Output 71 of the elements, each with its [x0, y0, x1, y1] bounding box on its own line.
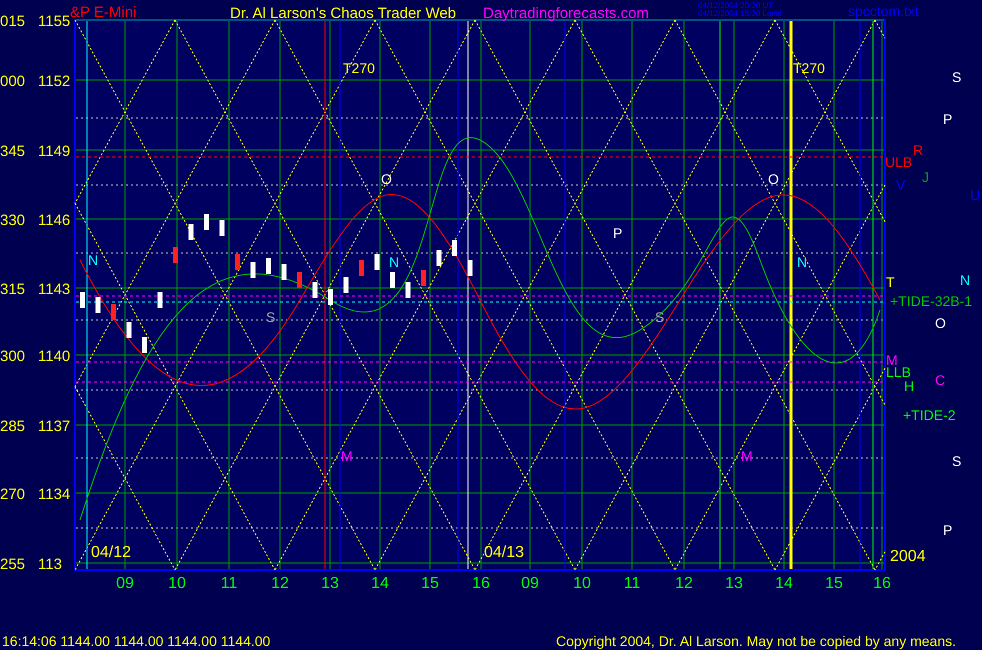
hour-label: 16 — [472, 575, 490, 592]
hour-label: 14 — [775, 575, 793, 592]
angle-label: 000 — [0, 73, 26, 90]
chart-annotation: O — [935, 315, 946, 331]
hour-label: 11 — [220, 575, 238, 592]
chart-annotation: T270 — [343, 60, 375, 76]
chart-annotation: N — [797, 254, 808, 270]
chart-annotation: O — [381, 171, 392, 187]
chart-annotation: R — [913, 142, 924, 158]
chart-annotation: O — [768, 171, 779, 187]
angle-label: 270 — [0, 486, 26, 503]
chart-annotation: S — [952, 453, 962, 469]
chart-annotation: T — [886, 274, 895, 290]
angle-label: 315 — [0, 281, 26, 298]
hour-label: 13 — [321, 575, 339, 592]
chart-annotation: S — [952, 69, 962, 85]
hour-label: 16 — [873, 575, 891, 592]
chart-title: Dr. Al Larson's Chaos Trader Web — [230, 5, 456, 22]
price-label: 1143 — [38, 281, 70, 298]
price-label: 113 — [38, 556, 62, 573]
quote-text: 16:14:06 1144.00 1144.00 1144.00 1144.00 — [2, 633, 270, 649]
chart-annotation: N — [389, 254, 400, 270]
file-name: spcctom.txt — [848, 3, 919, 19]
chart-annotation: J — [922, 169, 929, 185]
timestamp: 04/12/2004 20:30 UT — [698, 1, 774, 10]
chart-annotation: M — [741, 448, 753, 464]
hour-label: 11 — [624, 575, 640, 592]
angle-label: 255 — [0, 556, 26, 573]
chart-annotation: +TIDE-2 — [903, 407, 956, 423]
hour-label: 10 — [573, 575, 591, 592]
angle-label: 345 — [0, 143, 26, 160]
chart-annotation: C — [935, 372, 946, 388]
chart-annotation: P — [943, 522, 952, 538]
price-label: 1134 — [38, 486, 70, 503]
price-label: 1140 — [38, 348, 70, 365]
angle-label: 285 — [0, 418, 26, 435]
chart-annotation: V — [896, 177, 906, 193]
date-label: 2004 — [890, 548, 926, 565]
price-label: 1155 — [38, 13, 70, 30]
hour-label: 12 — [271, 575, 289, 592]
angle-label: 330 — [0, 212, 26, 229]
timestamp: 04/12/2004 15:30 Local — [698, 9, 782, 18]
chart-annotation: ULB — [885, 154, 912, 170]
chart-annotation: N — [88, 252, 98, 268]
price-label: 1146 — [38, 212, 70, 229]
hour-label: 13 — [725, 575, 743, 592]
hour-label: 12 — [675, 575, 693, 592]
chart-annotation: H — [904, 378, 914, 394]
chart-annotation: U — [970, 187, 980, 203]
chart-annotation: M — [341, 448, 353, 464]
chart-annotation: T270 — [793, 60, 825, 76]
hour-label: 15 — [421, 575, 439, 592]
hour-label: 09 — [521, 575, 539, 592]
price-label: 1149 — [38, 143, 70, 160]
date-label: 04/13 — [484, 544, 524, 561]
hour-label: 09 — [116, 575, 134, 592]
chart-annotation: N — [960, 272, 970, 288]
price-label: 1152 — [38, 73, 70, 90]
chart-annotation: P — [943, 111, 952, 127]
angle-label: 300 — [0, 348, 26, 365]
hour-label: 15 — [825, 575, 843, 592]
chart-annotation: +TIDE-32B-1 — [890, 293, 972, 309]
hour-label: 10 — [168, 575, 186, 592]
angle-label: 015 — [0, 13, 26, 30]
instrument-name: &P E-Mini — [70, 4, 136, 21]
hour-label: 14 — [371, 575, 389, 592]
chart-annotation: P — [613, 225, 622, 241]
chart-annotation: S — [266, 309, 276, 325]
site-name: Daytradingforecasts.com — [483, 5, 649, 22]
price-label: 1137 — [38, 418, 70, 435]
copyright-text: Copyright 2004, Dr. Al Larson. May not be copied by any means. — [556, 633, 956, 649]
